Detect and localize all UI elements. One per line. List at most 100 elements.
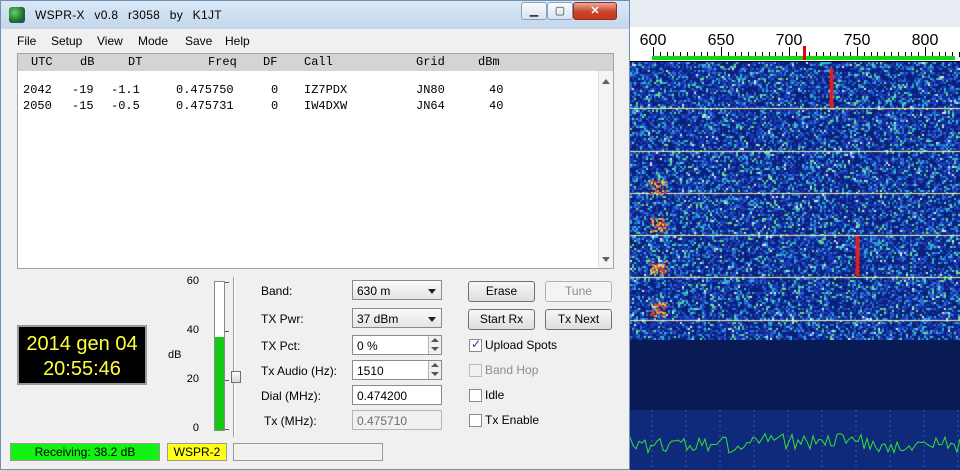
meter-tick-60: 60 <box>186 275 199 287</box>
menu-bar: File Setup View Mode Save Help <box>1 30 629 52</box>
tx-next-button[interactable]: Tx Next <box>545 309 612 330</box>
col-call: Call <box>304 55 333 69</box>
start-rx-button[interactable]: Start Rx <box>468 309 535 330</box>
clock-date: 2014 gen 04 <box>26 333 138 355</box>
maximize-button[interactable]: ▢ <box>547 2 573 20</box>
meter-unit-label: dB <box>168 349 182 361</box>
dial-freq-input[interactable]: 0.474200 <box>352 385 442 405</box>
status-bar: Receiving: 38.2 dB WSPR-2 <box>1 438 629 469</box>
band-hop-label[interactable]: Band Hop <box>485 363 538 377</box>
meter-divider <box>233 277 235 437</box>
cell-freq: 0.475731 <box>176 99 234 113</box>
app-icon <box>9 7 25 23</box>
table-row[interactable]: 2042 -19 -1.1 0.475750 0 IZ7PDX JN80 40 <box>18 83 598 99</box>
cell-dbm: 40 <box>489 99 504 113</box>
spin-down-icon[interactable] <box>431 372 439 376</box>
band-hop-checkbox[interactable] <box>469 364 482 377</box>
input-level-fill <box>215 336 224 430</box>
tx-enable-label[interactable]: Tx Enable <box>485 413 539 427</box>
cell-df: 0 <box>271 83 279 97</box>
meter-tick-40: 40 <box>186 324 199 336</box>
cell-utc: 2042 <box>23 83 52 97</box>
waterfall-title-bar <box>630 0 960 27</box>
cell-freq: 0.475750 <box>176 83 234 97</box>
spectrum-display <box>630 340 960 470</box>
col-grid: Grid <box>416 55 445 69</box>
cell-grid: JN64 <box>416 99 445 113</box>
col-df: DF <box>263 55 278 69</box>
idle-label[interactable]: Idle <box>485 388 504 402</box>
receiving-status: Receiving: 38.2 dB <box>10 443 160 461</box>
table-row[interactable]: 2050 -15 -0.5 0.475731 0 IW4DXW JN64 40 <box>18 99 598 115</box>
spin-up-icon[interactable] <box>431 363 439 367</box>
erase-button[interactable]: Erase <box>468 281 535 302</box>
txpwr-select[interactable]: 37 dBm <box>352 308 442 328</box>
window-title: WSPR-X v0.8 r3058 by K1JT <box>35 8 222 22</box>
decode-scrollbar[interactable] <box>598 71 613 268</box>
gain-slider-handle[interactable] <box>231 371 241 383</box>
band-label: Band: <box>261 284 293 298</box>
idle-checkbox[interactable] <box>469 389 482 402</box>
menu-save[interactable]: Save <box>185 34 212 48</box>
menu-view[interactable]: View <box>97 34 123 48</box>
txaudio-spinbox[interactable]: 1510 <box>352 360 442 380</box>
spin-down-icon[interactable] <box>431 347 439 351</box>
menu-file[interactable]: File <box>17 34 36 48</box>
utc-clock: 2014 gen 04 20:55:46 <box>17 325 147 385</box>
meter-tick-mark <box>225 429 229 430</box>
frequency-scale[interactable]: 600 650 700 750 800 <box>630 0 960 62</box>
meter-tick-mark <box>225 380 229 381</box>
title-bar[interactable]: WSPR-X v0.8 r3058 by K1JT ▁ ▢ ✕ <box>1 1 629 29</box>
txpct-value: 0 % <box>357 339 378 353</box>
meter-tick-mark <box>225 282 229 283</box>
meter-tick-mark <box>225 331 229 332</box>
band-select-value: 630 m <box>357 284 391 298</box>
input-level-meter <box>214 281 225 431</box>
tx-frequency-marker[interactable] <box>803 46 806 60</box>
menu-mode[interactable]: Mode <box>138 34 168 48</box>
waterfall-display[interactable] <box>630 62 960 340</box>
upload-spots-label[interactable]: Upload Spots <box>485 338 557 352</box>
status-message <box>233 443 383 461</box>
cell-db: -19 <box>72 83 94 97</box>
col-dbm: dBm <box>478 55 500 69</box>
mode-status: WSPR-2 <box>167 443 227 461</box>
tune-button[interactable]: Tune <box>545 281 612 302</box>
dial-label: Dial (MHz): <box>261 389 321 403</box>
meter-tick-20: 20 <box>186 373 199 385</box>
col-utc: UTC <box>31 55 53 69</box>
txpct-spinbox[interactable]: 0 % <box>352 335 442 355</box>
decode-table[interactable]: UTC dB DT Freq DF Call Grid dBm 2042 -19… <box>17 53 614 269</box>
close-button[interactable]: ✕ <box>573 2 617 20</box>
col-freq: Freq <box>208 55 237 69</box>
band-select[interactable]: 630 m <box>352 280 442 300</box>
spectrum-panel <box>630 410 960 470</box>
waterfall-window: 600 650 700 750 800 <box>630 0 960 470</box>
txaudio-value: 1510 <box>357 364 384 378</box>
cell-grid: JN80 <box>416 83 445 97</box>
wspr-window: WSPR-X v0.8 r3058 by K1JT ▁ ▢ ✕ File Set… <box>0 0 630 470</box>
txpwr-select-value: 37 dBm <box>357 312 399 326</box>
cell-db: -15 <box>72 99 94 113</box>
meter-tick-0: 0 <box>192 422 199 434</box>
spin-up-icon[interactable] <box>431 338 439 342</box>
cell-utc: 2050 <box>23 99 52 113</box>
dial-freq-value: 0.474200 <box>357 389 408 403</box>
spin-buttons[interactable] <box>428 361 441 379</box>
txpct-label: TX Pct: <box>261 339 301 353</box>
tx-freq-value: 0.475710 <box>357 414 408 428</box>
col-db: dB <box>80 55 95 69</box>
scroll-down-icon[interactable] <box>602 257 610 262</box>
menu-help[interactable]: Help <box>225 34 250 48</box>
cell-dbm: 40 <box>489 83 504 97</box>
txaudio-label: Tx Audio (Hz): <box>261 364 338 378</box>
minimize-button[interactable]: ▁ <box>521 2 547 20</box>
tx-enable-checkbox[interactable] <box>469 414 482 427</box>
menu-setup[interactable]: Setup <box>51 34 82 48</box>
cell-df: 0 <box>271 99 279 113</box>
upload-spots-checkbox[interactable] <box>469 337 482 352</box>
cell-dt: -0.5 <box>111 99 140 113</box>
clock-time: 20:55:46 <box>43 358 121 380</box>
spin-buttons[interactable] <box>428 336 441 354</box>
scroll-up-icon[interactable] <box>602 79 610 84</box>
